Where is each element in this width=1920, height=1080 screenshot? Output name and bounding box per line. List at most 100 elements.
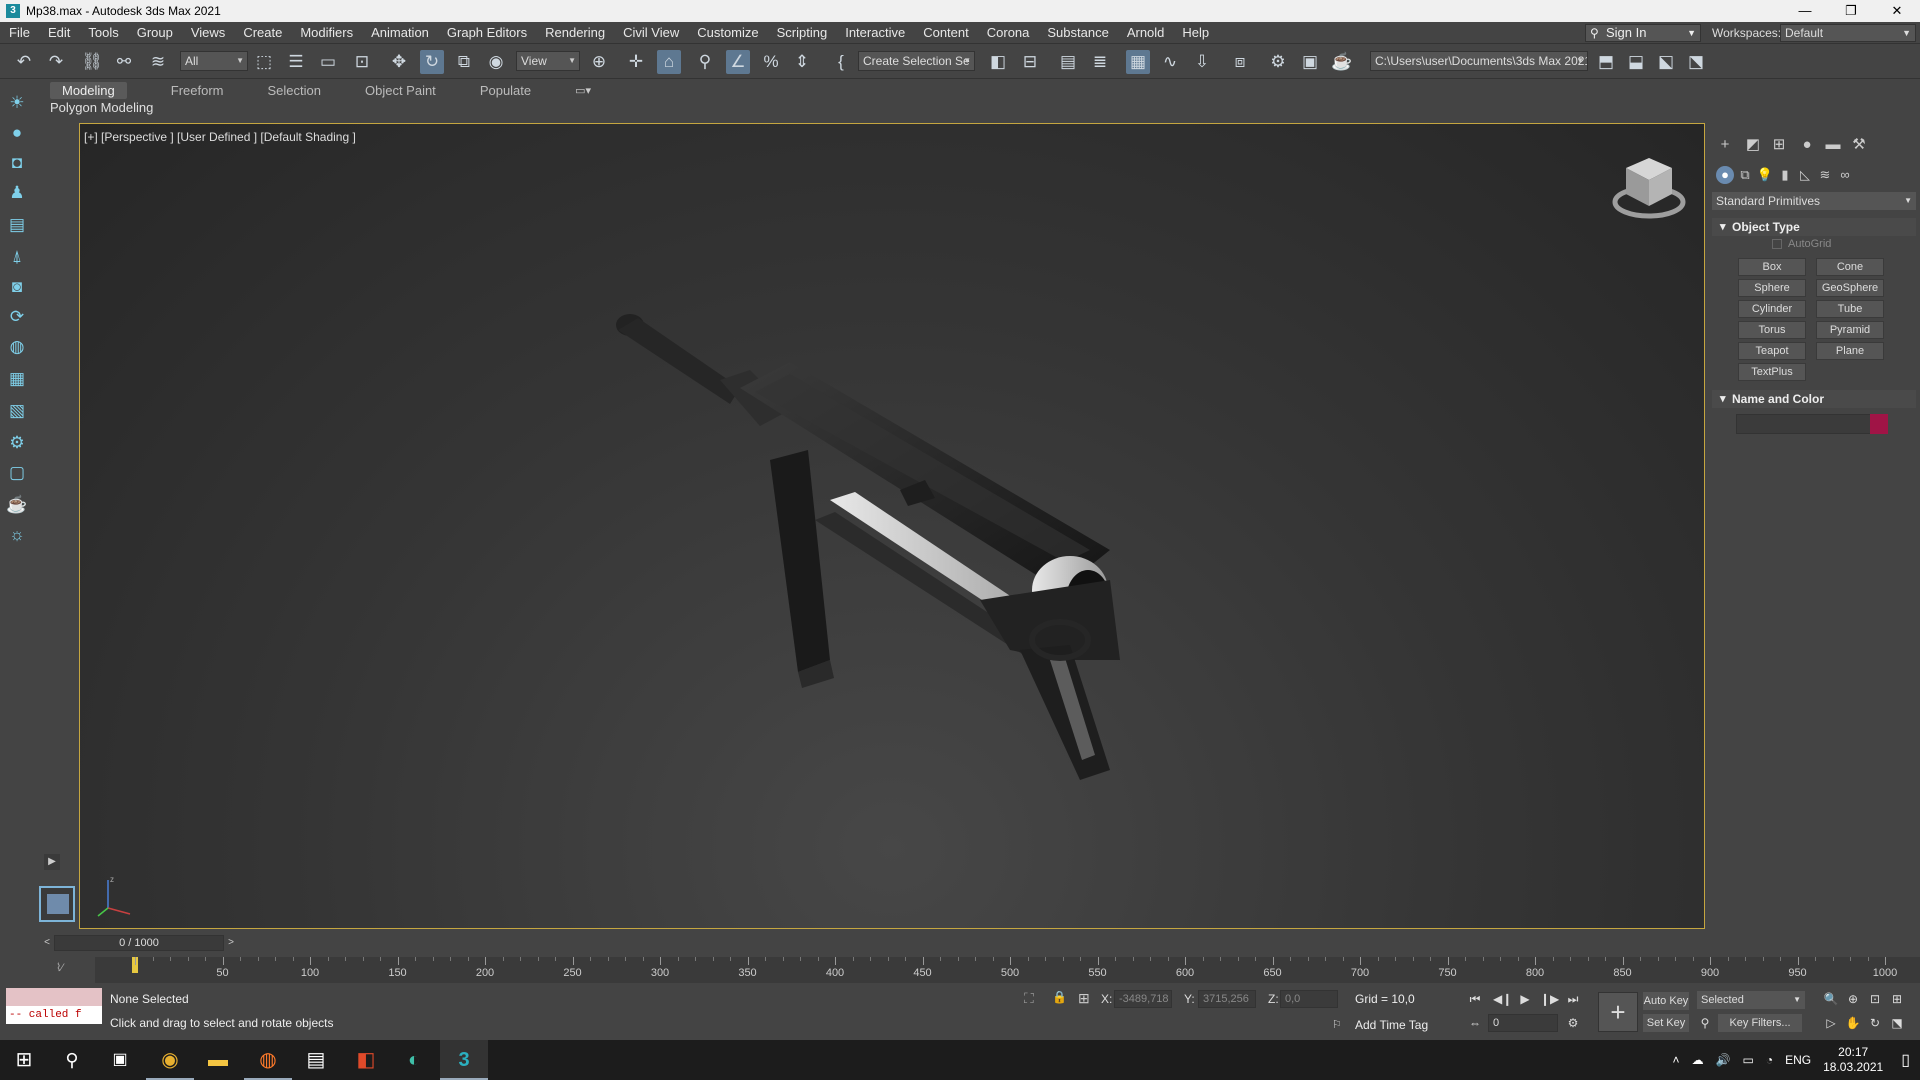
project-open-icon[interactable]: ⬒	[1594, 50, 1618, 74]
language-indicator[interactable]: ENG	[1785, 1053, 1811, 1067]
select-object-icon[interactable]: ⬚	[252, 50, 276, 74]
reference-coordinate-dropdown[interactable]: View ▼	[516, 51, 580, 71]
firefox-icon[interactable]: ◍	[244, 1040, 292, 1080]
menu-edit[interactable]: Edit	[39, 25, 79, 40]
chrome-icon[interactable]: ◉	[146, 1040, 194, 1080]
scene-explorer-icon[interactable]: ▤	[6, 214, 28, 236]
key-filters-button[interactable]: Key Filters...	[1718, 1014, 1802, 1032]
lights-icon[interactable]: 💡	[1756, 166, 1774, 184]
network-icon[interactable]: ▭	[1743, 1053, 1754, 1067]
3dsmax-taskbar-icon[interactable]: 3	[440, 1040, 488, 1080]
object-type-rollout[interactable]: Object Type	[1712, 218, 1916, 236]
sphere-button[interactable]: Sphere	[1738, 279, 1806, 297]
settings-icon[interactable]: ⚙	[6, 432, 28, 454]
place-icon[interactable]: ◉	[484, 50, 508, 74]
curve-editor-mini-icon[interactable]: ⌇⁄	[56, 961, 63, 974]
close-button[interactable]: ✕	[1874, 0, 1920, 22]
battery-icon[interactable]: ◔	[1766, 1053, 1773, 1067]
task-view-icon[interactable]: ▣	[96, 1040, 144, 1080]
edit-named-selection-icon[interactable]: {	[829, 50, 853, 74]
project-new-icon[interactable]: ⬓	[1624, 50, 1648, 74]
menu-animation[interactable]: Animation	[362, 25, 438, 40]
material-editor-icon[interactable]: ⧈	[1228, 50, 1252, 74]
helpers-icon[interactable]: ◺	[1796, 166, 1814, 184]
notifications-icon[interactable]: ▯	[1901, 1050, 1910, 1070]
textplus-button[interactable]: TextPlus	[1738, 363, 1806, 381]
modify-tab-icon[interactable]: ◩	[1744, 136, 1762, 154]
maximize-button[interactable]: ❐	[1828, 0, 1874, 22]
time-tag-icon[interactable]: ⚐	[1332, 1018, 1342, 1031]
isolate-icon[interactable]: ⛶	[1024, 990, 1034, 1007]
tab-populate[interactable]: Populate	[480, 83, 531, 98]
viewport-label[interactable]: [+] [Perspective ] [User Defined ] [Defa…	[84, 130, 356, 144]
orbit-icon[interactable]: ↻	[1866, 1014, 1884, 1032]
file-explorer-icon[interactable]: ▬	[194, 1040, 242, 1080]
schematic-view-icon[interactable]: ⇩	[1190, 50, 1214, 74]
tray-overflow-icon[interactable]: ˄	[1673, 1053, 1680, 1067]
tab-freeform[interactable]: Freeform	[171, 83, 224, 98]
menu-help[interactable]: Help	[1173, 25, 1218, 40]
menu-rendering[interactable]: Rendering	[536, 25, 614, 40]
rotate-icon[interactable]: ↻	[420, 50, 444, 74]
time-slider[interactable]: 0 / 1000	[54, 935, 224, 951]
camera-icon[interactable]: ◘	[6, 152, 28, 174]
maxscript-output[interactable]: -- called f	[6, 1006, 102, 1024]
viewport-icon[interactable]: ◍	[6, 336, 28, 358]
tab-selection[interactable]: Selection	[268, 83, 321, 98]
named-selection-dropdown[interactable]: Create Selection Se ▼	[858, 51, 975, 71]
menu-create[interactable]: Create	[234, 25, 291, 40]
display-tab-icon[interactable]: ▬	[1824, 136, 1842, 154]
layout-icon[interactable]: ▢	[6, 462, 28, 484]
zoom-icon[interactable]: 🔍	[1822, 990, 1840, 1008]
menu-scripting[interactable]: Scripting	[768, 25, 837, 40]
ribbon-options-icon[interactable]: ▭▾	[575, 84, 591, 97]
next-frame-icon[interactable]: ❙▶	[1540, 990, 1559, 1008]
x-coordinate-field[interactable]: -3489,718	[1114, 990, 1172, 1008]
snaps-toggle-icon[interactable]: ⚲	[693, 50, 717, 74]
cone-button[interactable]: Cone	[1816, 258, 1884, 276]
layer-explorer-icon[interactable]: ≣	[1088, 50, 1112, 74]
bookmark-icon[interactable]: ◙	[6, 276, 28, 298]
ribbon-subpanel[interactable]: Polygon Modeling	[44, 100, 244, 118]
render-setup-icon[interactable]: ⚙	[1266, 50, 1290, 74]
geometry-icon[interactable]: ●	[1716, 166, 1734, 184]
menu-tools[interactable]: Tools	[79, 25, 127, 40]
utilities-tab-icon[interactable]: ⚒	[1850, 136, 1868, 154]
windows-start-icon[interactable]: ⊞	[0, 1040, 48, 1080]
unlink-icon[interactable]: ⚯	[112, 50, 136, 74]
zoom-all-icon[interactable]: ⊕	[1844, 990, 1862, 1008]
current-frame-field[interactable]: 0	[1488, 1014, 1558, 1032]
maximize-viewport-icon[interactable]: ⬔	[1888, 1014, 1906, 1032]
move-icon[interactable]: ✥	[387, 50, 411, 74]
create-tab-icon[interactable]: +	[1716, 136, 1734, 154]
shapes-icon[interactable]: ⧉	[1736, 166, 1754, 184]
window-crossing-icon[interactable]: ⊡	[350, 50, 374, 74]
menu-corona[interactable]: Corona	[978, 25, 1039, 40]
selection-filter-dropdown[interactable]: All ▼	[180, 51, 248, 71]
box-button[interactable]: Box	[1738, 258, 1806, 276]
populate-icon[interactable]: ♟	[6, 182, 28, 204]
set-key-icon[interactable]: +	[1598, 992, 1638, 1032]
play-icon[interactable]: ▶	[1516, 990, 1534, 1008]
cloud-icon[interactable]: ☁	[1692, 1053, 1704, 1067]
sphere-icon[interactable]: ●	[6, 122, 28, 144]
object-color-swatch[interactable]	[1870, 414, 1888, 434]
tube-button[interactable]: Tube	[1816, 300, 1884, 318]
menu-file[interactable]: File	[0, 25, 39, 40]
mp38-weapon-model[interactable]	[590, 300, 1150, 820]
track-bar[interactable]: 50 100 150 200 250 300 350 400 450 500 550 600 650 70…	[95, 957, 1920, 983]
set-key-button[interactable]: Set Key	[1643, 1014, 1689, 1032]
menu-arnold[interactable]: Arnold	[1118, 25, 1174, 40]
viewcube[interactable]	[1606, 152, 1692, 222]
rendered-frame-window-icon[interactable]: ▣	[1298, 50, 1322, 74]
toggle-ribbon-icon[interactable]: ▦	[1126, 50, 1150, 74]
sign-in-dropdown[interactable]: ⚲ Sign In ▼	[1585, 24, 1701, 42]
link-icon[interactable]: ⛓	[80, 50, 104, 74]
menu-views[interactable]: Views	[182, 25, 234, 40]
time-configuration-icon[interactable]: ⚙	[1564, 1014, 1582, 1032]
cylinder-button[interactable]: Cylinder	[1738, 300, 1806, 318]
select-by-name-icon[interactable]: ☰	[284, 50, 308, 74]
hierarchy-tab-icon[interactable]: ⊞	[1770, 136, 1788, 154]
lightbulb-icon[interactable]: ☀	[6, 92, 28, 114]
plane-button[interactable]: Plane	[1816, 342, 1884, 360]
